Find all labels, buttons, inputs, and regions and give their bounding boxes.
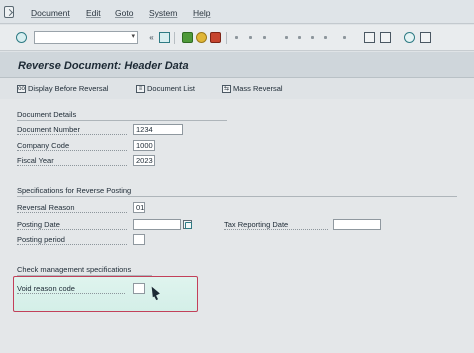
menu-bar: Document Edit Goto System Help — [0, 0, 474, 24]
find-icon[interactable] — [249, 36, 252, 39]
posting-date-label: Posting Date — [17, 220, 127, 230]
posting-date-field[interactable] — [133, 219, 181, 230]
command-field[interactable]: ▾ — [34, 31, 138, 44]
application-toolbar: oo Display Before Reversal ≡ Document Li… — [0, 79, 474, 99]
display-before-reversal-button[interactable]: oo Display Before Reversal — [17, 84, 108, 93]
menu-help[interactable]: Help — [193, 8, 210, 18]
void-reason-code-label: Void reason code — [17, 284, 125, 294]
menu-system[interactable]: System — [149, 8, 177, 18]
expand-command-icon[interactable]: « — [146, 32, 157, 43]
group-divider — [17, 196, 457, 197]
page-title: Reverse Document: Header Data — [18, 60, 189, 72]
document-list-button[interactable]: ≡ Document List — [136, 84, 195, 93]
company-code-label: Company Code — [17, 141, 127, 151]
fiscal-year-field[interactable]: 2023 — [133, 155, 155, 166]
shortcut-icon[interactable] — [364, 32, 375, 43]
menu-document[interactable]: Document — [31, 8, 70, 18]
back-icon[interactable] — [182, 32, 193, 43]
highlight-box — [13, 276, 198, 312]
customize-layout-icon[interactable] — [420, 32, 431, 43]
save-icon[interactable] — [159, 32, 170, 43]
posting-period-field[interactable] — [133, 234, 145, 245]
check-management-title: Check management specifications — [17, 265, 132, 274]
print-icon[interactable] — [235, 36, 238, 39]
tax-reporting-date-field[interactable] — [333, 219, 381, 230]
cancel-icon[interactable] — [210, 32, 221, 43]
calendar-icon[interactable] — [183, 220, 192, 229]
command-input[interactable] — [35, 32, 127, 43]
reversal-reason-field[interactable]: 01 — [133, 202, 145, 213]
prev-page-icon[interactable] — [298, 36, 301, 39]
screen-title-bar: Reverse Document: Header Data — [0, 52, 474, 78]
reversal-reason-label: Reversal Reason — [17, 203, 127, 213]
find-next-icon[interactable] — [263, 36, 266, 39]
fiscal-year-label: Fiscal Year — [17, 156, 127, 166]
next-page-icon[interactable] — [311, 36, 314, 39]
list-icon: ≡ — [136, 84, 145, 93]
tax-reporting-date-label: Tax Reporting Date — [224, 220, 328, 230]
standard-toolbar: ▾ « — [0, 25, 474, 51]
chevron-down-icon[interactable]: ▾ — [131, 32, 135, 40]
last-page-icon[interactable] — [324, 36, 327, 39]
enter-icon[interactable] — [16, 32, 27, 43]
reverse-posting-title: Specifications for Reverse Posting — [17, 186, 132, 195]
mass-reversal-button[interactable]: ⇆ Mass Reversal — [222, 84, 283, 93]
document-details-title: Document Details — [17, 110, 77, 119]
group-divider — [17, 120, 227, 121]
company-code-field[interactable]: 1000 — [133, 140, 155, 151]
first-page-icon[interactable] — [285, 36, 288, 39]
posting-period-label: Posting period — [17, 235, 127, 245]
layout-icon[interactable] — [380, 32, 391, 43]
menu-goto[interactable]: Goto — [115, 8, 133, 18]
glasses-icon: oo — [17, 84, 26, 93]
document-number-field[interactable]: 1234 — [133, 124, 183, 135]
create-session-icon[interactable] — [343, 36, 346, 39]
exit-icon[interactable] — [196, 32, 207, 43]
void-reason-code-field[interactable] — [133, 283, 145, 294]
display-before-reversal-label: Display Before Reversal — [28, 84, 109, 93]
document-list-label: Document List — [147, 84, 195, 93]
menu-edit[interactable]: Edit — [86, 8, 101, 18]
document-number-label: Document Number — [17, 125, 127, 135]
mass-reversal-label: Mass Reversal — [233, 84, 283, 93]
mass-reversal-icon: ⇆ — [222, 84, 231, 93]
toolbar-separator — [174, 32, 175, 44]
help-icon[interactable] — [404, 32, 415, 43]
toolbar-separator — [226, 32, 227, 44]
sap-menu-icon[interactable] — [4, 6, 14, 18]
